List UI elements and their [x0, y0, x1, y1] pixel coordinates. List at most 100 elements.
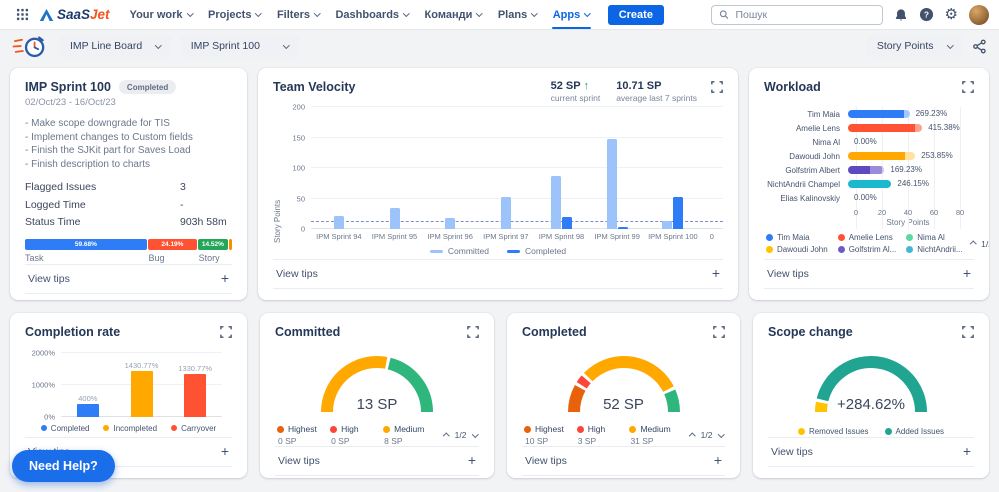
bar-committed: [500, 196, 511, 229]
share-icon[interactable]: [972, 39, 987, 54]
search-box[interactable]: [710, 4, 883, 25]
nav-item-apps[interactable]: Apps: [545, 0, 598, 29]
view-tips-link[interactable]: View tips: [771, 446, 813, 458]
bar-value-label: 400%: [78, 394, 98, 404]
sprint-goal: - Finish the SJKit part for Saves Load: [25, 145, 191, 156]
velocity-bar-group: [478, 107, 534, 229]
sprint-select-value: IMP Sprint 100: [190, 40, 260, 52]
brand-saas: SaaS: [57, 7, 91, 22]
expand-icon[interactable]: [962, 80, 974, 98]
expand-icon[interactable]: [467, 325, 479, 343]
velocity-bar-group: [701, 107, 723, 229]
stat-label: Status Time: [25, 216, 81, 228]
bar-committed: [445, 218, 456, 229]
expand-icon[interactable]: [711, 80, 723, 98]
bar-incompleted: [130, 371, 153, 417]
committed-legend: Highest 0 SP High 0 SP Medium 8 SP 1/2: [275, 424, 479, 446]
committed-title: Committed: [275, 325, 341, 339]
bar-value-label: 1430.77%: [124, 361, 159, 371]
expand-icon[interactable]: [962, 325, 974, 343]
plus-icon[interactable]: +: [221, 271, 229, 285]
expand-icon[interactable]: [713, 325, 725, 343]
search-input[interactable]: [733, 7, 875, 22]
stat-label: Logged Time: [25, 198, 86, 211]
pager-up-icon[interactable]: [443, 432, 450, 439]
user-avatar[interactable]: [969, 4, 989, 25]
view-tips-row: View tips +: [273, 259, 723, 289]
nav-item-your-work[interactable]: Your work: [122, 0, 200, 29]
sprint-goal: - Finish description to charts: [25, 158, 151, 170]
completion-bar-group: 1330.77%: [168, 353, 222, 417]
plus-icon[interactable]: +: [963, 266, 971, 280]
plus-icon[interactable]: +: [714, 453, 722, 467]
velocity-current-stat: 52 SP ↑ current sprint: [550, 80, 601, 103]
nav-item-filters[interactable]: Filters: [269, 0, 328, 29]
view-tips-row: View tips +: [764, 259, 974, 289]
distribution-segment: [228, 238, 232, 250]
saasjet-logo[interactable]: SaaSJet: [39, 7, 110, 22]
dashboard-grid: IMP Sprint 100 Completed 02/Oct/23 - 16/…: [0, 60, 999, 478]
expand-icon[interactable]: [220, 325, 232, 343]
x-axis-label: IPM Sprint 96: [427, 231, 473, 241]
create-button[interactable]: Create: [607, 4, 664, 25]
stat-value: -: [180, 198, 184, 211]
legend-value: 10 SP: [525, 435, 549, 446]
completed-gauge: 52 SP: [522, 349, 725, 415]
chevron-down-icon: [403, 10, 410, 17]
bar-completed: [673, 197, 684, 229]
help-icon[interactable]: ?: [919, 7, 934, 22]
sprint-date-range: 02/Oct/23 - 16/Oct/23: [25, 97, 116, 108]
nav-item-plans[interactable]: Plans: [490, 0, 545, 29]
view-tips-link[interactable]: View tips: [767, 268, 809, 280]
view-tips-link[interactable]: View tips: [28, 273, 70, 285]
workload-legend: Tim Maia Amelie Lens Nima Al Dawoudi John Go…: [766, 233, 963, 254]
primary-nav: Your work Projects Filters Dashboards Команд…: [122, 0, 598, 29]
sprint-select[interactable]: IMP Sprint 100: [180, 35, 299, 57]
plus-icon[interactable]: +: [963, 444, 971, 458]
legend-value: 0 SP: [278, 435, 297, 446]
nav-item-команди[interactable]: Команди: [417, 0, 490, 29]
pager-down-icon[interactable]: [717, 430, 724, 437]
view-tips-link[interactable]: View tips: [278, 455, 320, 467]
plus-icon[interactable]: +: [712, 266, 720, 280]
legend-item: Medium 8 SP: [383, 424, 436, 446]
scope-legend: Removed Issues Added Issues: [768, 427, 974, 436]
view-tips-link[interactable]: View tips: [525, 455, 567, 467]
issue-distribution-bar: 59.68% 24.19% 14.52% Task Bug Story: [25, 238, 232, 264]
chevron-down-icon: [283, 41, 290, 49]
velocity-x-axis: IPM Sprint 94 IPM Sprint 95 IPM Sprint 96 I…: [311, 229, 723, 243]
completion-title: Completion rate: [25, 325, 121, 339]
pager-up-icon[interactable]: [689, 432, 696, 439]
legend-pager: 1/2: [443, 430, 478, 440]
settings-gear-icon[interactable]: ⚙: [945, 7, 958, 22]
view-tips-link[interactable]: View tips: [276, 268, 318, 280]
board-select[interactable]: IMP Line Board: [60, 35, 171, 57]
distribution-segment: 14.52%: [198, 238, 228, 250]
dashboard-toolbar: IMP Line Board IMP Sprint 100 Story Poin…: [0, 30, 999, 60]
legend-item: Committed: [429, 246, 489, 256]
need-help-button[interactable]: Need Help?: [12, 450, 115, 482]
metric-select[interactable]: Story Points: [866, 35, 962, 57]
pager-up-icon[interactable]: [969, 241, 977, 248]
distribution-label: Task: [25, 252, 44, 263]
plus-icon[interactable]: +: [221, 444, 229, 458]
plus-icon[interactable]: +: [468, 453, 476, 467]
pager-label: 1/2: [981, 238, 989, 249]
nav-item-dashboards[interactable]: Dashboards: [327, 0, 416, 29]
brand-jet: Jet: [90, 7, 110, 22]
velocity-bar-group: [534, 107, 590, 229]
bar-committed: [551, 175, 562, 229]
distribution-label: Story: [198, 252, 220, 263]
completed-title: Completed: [522, 325, 587, 339]
legend-item: Golfstrim Al...: [837, 245, 896, 254]
workload-percent: 169.23%: [890, 165, 922, 174]
app-switcher-icon[interactable]: [10, 4, 35, 25]
nav-item-projects[interactable]: Projects: [200, 0, 269, 29]
scope-title: Scope change: [768, 325, 853, 339]
committed-card: Committed 13 SP Highest 0 SP High 0 SP Mediu…: [260, 313, 494, 478]
sprint-stat-row: Logged Time -: [25, 199, 232, 211]
pager-down-icon[interactable]: [471, 430, 478, 437]
legend-value: 3 SP: [577, 435, 597, 446]
velocity-title: Team Velocity: [273, 80, 356, 94]
notifications-bell-icon[interactable]: [894, 8, 908, 22]
